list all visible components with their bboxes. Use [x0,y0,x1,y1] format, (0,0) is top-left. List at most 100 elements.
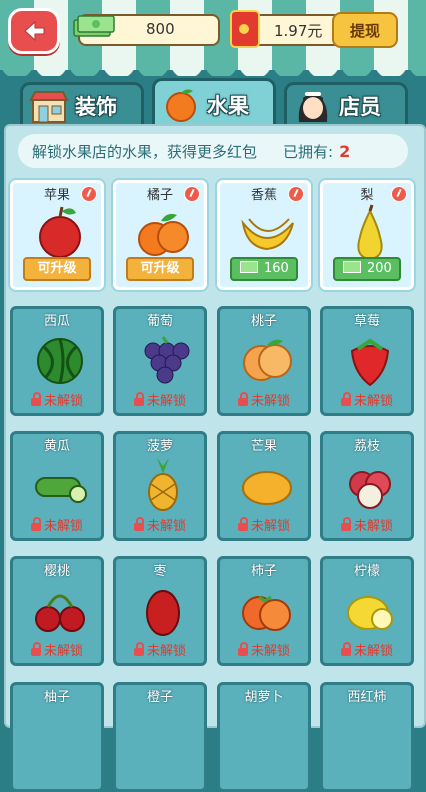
grape-icon [144,336,190,384]
unlock-price-button[interactable]: 160 [230,257,298,281]
fruit-card[interactable]: 草莓 未解锁 [320,306,414,416]
tab-decoration[interactable]: 装饰 [20,82,144,127]
awning-edge [0,62,426,76]
price-value: 200 [367,261,392,276]
tab-fruit[interactable]: 水果 [152,78,276,129]
fruit-card[interactable]: 梨 200 [320,180,414,290]
fruit-name: 黄瓜 [43,439,70,454]
fruit-name: 葡萄 [146,314,173,329]
banner-text: 解锁水果店的水果，获得更多红包 [32,142,258,161]
upgrade-button[interactable]: 可升级 [126,257,194,281]
fruit-card[interactable]: 樱桃 未解锁 [10,556,104,666]
lock-icon [30,642,41,656]
pear-icon [357,204,383,261]
fruit-name: 芒果 [250,439,277,454]
info-icon[interactable] [391,186,407,202]
locked-status: 未解锁 [323,640,411,659]
fruit-card[interactable]: 枣未解锁 [113,556,207,666]
fruit-card[interactable]: 西瓜 未解锁 [10,306,104,416]
fruit-card[interactable]: 葡萄 未解锁 [113,306,207,416]
locked-label: 未解锁 [353,394,393,409]
strawberry-icon [350,338,390,387]
cash-icon [240,261,258,273]
jujube-icon [146,590,180,636]
locked-label: 未解锁 [353,519,393,534]
withdraw-button[interactable]: 提现 [332,12,398,48]
fruit-card[interactable]: 胡萝卜 [217,682,311,792]
red-packet-icon [230,10,260,48]
orange-icon [138,213,189,256]
cherry-icon [35,594,85,632]
fruit-name: 柚子 [43,690,70,705]
apple-icon [39,206,81,258]
back-arrow-icon [24,20,45,42]
back-button[interactable] [8,8,60,54]
banana-icon [241,218,294,251]
info-icon[interactable] [184,186,200,202]
fruit-name: 胡萝卜 [244,690,284,705]
fruit-card[interactable]: 柿子 未解锁 [217,556,311,666]
fruit-name: 柿子 [250,564,277,579]
locked-label: 未解锁 [146,644,186,659]
locked-label: 未解锁 [43,644,83,659]
lock-icon [340,392,351,406]
lock-icon [340,517,351,531]
fruit-name: 西红柿 [347,690,387,705]
locked-label: 未解锁 [250,644,290,659]
fruit-card[interactable]: 柠檬 未解锁 [320,556,414,666]
fruit-card[interactable]: 香蕉 160 [217,180,311,290]
orange-icon [166,89,196,122]
locked-status: 未解锁 [116,640,204,659]
unlock-price-button[interactable]: 200 [333,257,401,281]
locked-label: 未解锁 [250,394,290,409]
tab-label: 装饰 [75,95,117,119]
maid-avatar-icon [298,92,328,122]
fruit-card[interactable]: 橘子 可升级 [113,180,207,290]
info-icon[interactable] [81,186,97,202]
info-icon[interactable] [288,186,304,202]
fruit-card[interactable]: 苹果 可升级 [10,180,104,290]
fruit-name: 荔枝 [353,439,380,454]
locked-status: 未解锁 [220,515,308,534]
locked-label: 未解锁 [146,394,186,409]
fruit-name: 橙子 [146,690,173,705]
owned-label: 已拥有: [283,142,334,161]
cash-stack-icon [73,15,115,37]
persimmon-icon [242,595,291,631]
fruit-card[interactable]: 黄瓜 未解锁 [10,431,104,541]
locked-status: 未解锁 [116,390,204,409]
cash-icon [343,261,361,273]
fruit-name: 菠萝 [146,439,173,454]
lock-icon [133,642,144,656]
upgrade-button[interactable]: 可升级 [23,257,91,281]
cucumber-icon [35,477,87,503]
fruit-card[interactable]: 橙子 [113,682,207,792]
fruit-name: 柠檬 [353,564,380,579]
locked-status: 未解锁 [323,390,411,409]
locked-status: 未解锁 [323,515,411,534]
fruit-card[interactable]: 荔枝 未解锁 [320,431,414,541]
watermelon-icon [37,338,83,384]
locked-label: 未解锁 [353,644,393,659]
locked-status: 未解锁 [220,640,308,659]
lock-icon [237,642,248,656]
locked-status: 未解锁 [116,515,204,534]
tab-staff[interactable]: 店员 [284,82,408,127]
tomato-icon [340,705,400,763]
info-banner: 解锁水果店的水果，获得更多红包 已拥有: 2 [18,134,408,168]
fruit-card[interactable]: 柚子 [10,682,104,792]
fruit-card[interactable]: 西红柿 [320,682,414,792]
pineapple-icon [148,458,178,511]
tab-label: 水果 [207,94,249,118]
fruit-card[interactable]: 桃子 未解锁 [217,306,311,416]
lock-icon [133,392,144,406]
lock-icon [30,517,41,531]
owned-count: 2 [339,141,351,161]
fruit-card[interactable]: 菠萝 未解锁 [113,431,207,541]
red-packet-value: 1.97元 [274,22,323,40]
fruit-card[interactable]: 芒果 未解锁 [217,431,311,541]
locked-label: 未解锁 [43,394,83,409]
price-value: 160 [264,261,289,276]
fruit-name: 枣 [153,564,167,579]
lychee-icon [349,471,391,509]
